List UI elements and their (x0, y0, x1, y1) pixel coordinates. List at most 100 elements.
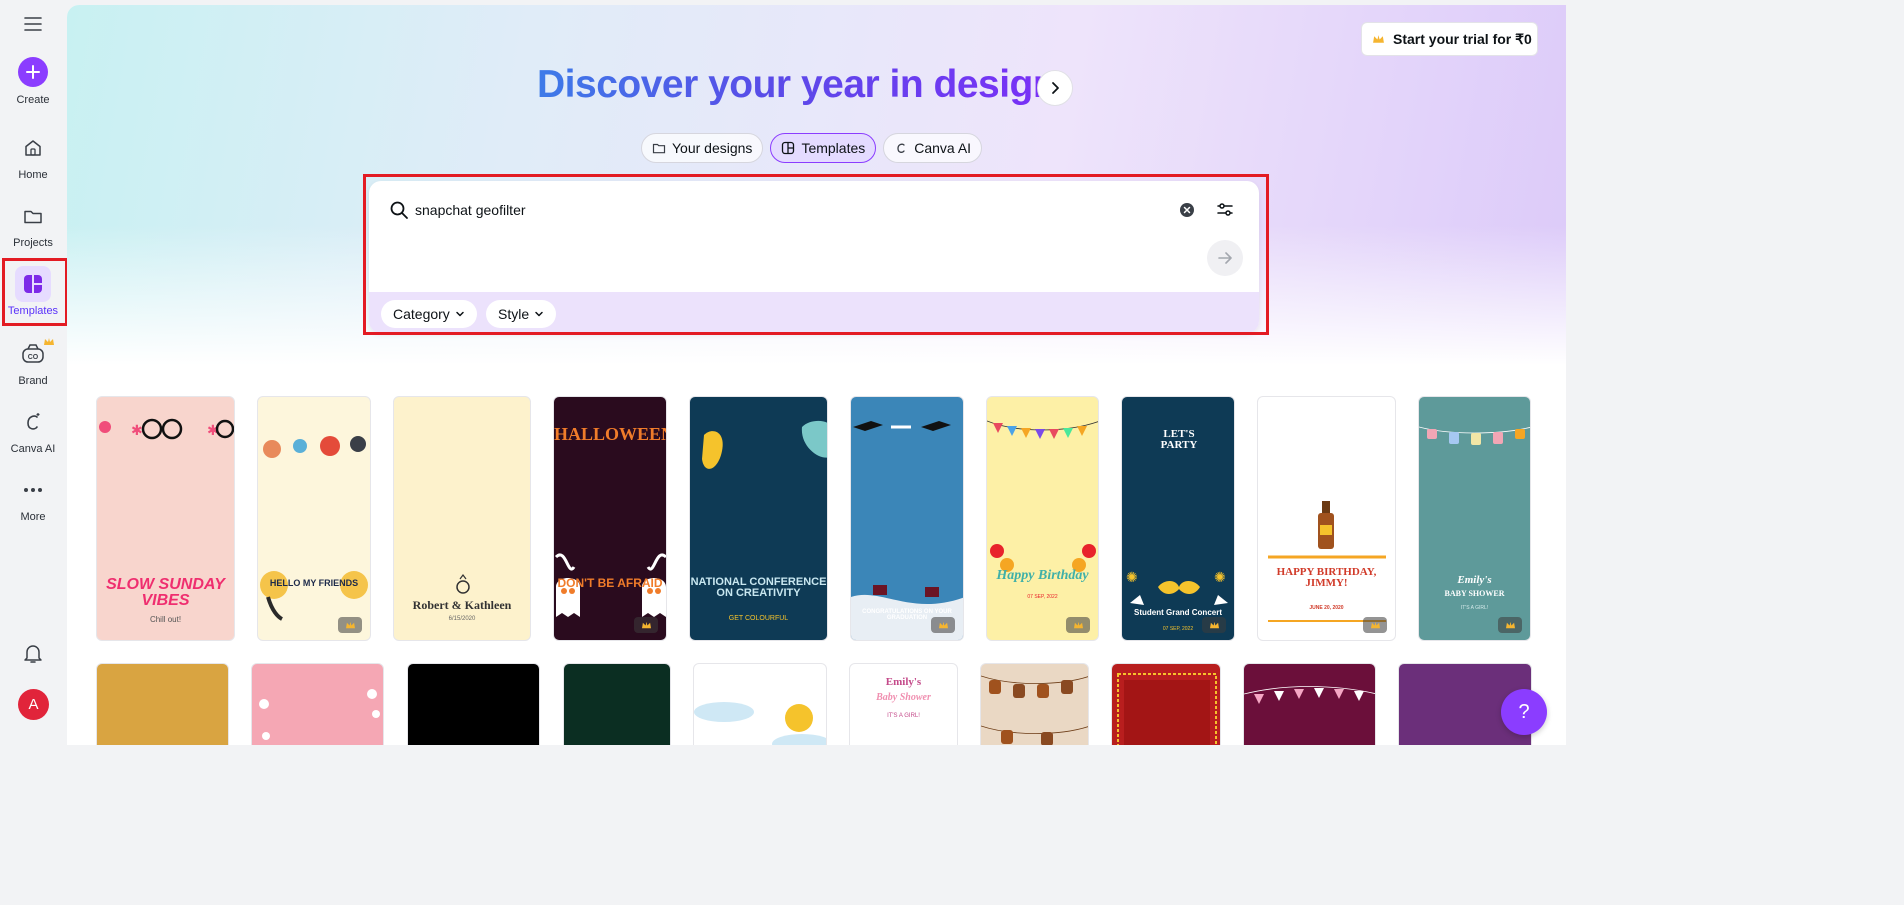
search-input[interactable]: snapchat geofilter (415, 202, 526, 218)
sidebar-item-canva-ai[interactable]: Canva AI (0, 404, 66, 455)
chevron-down-icon (535, 311, 543, 317)
tab-canva-ai[interactable]: Canva AI (883, 133, 983, 163)
main-area: Start your trial for ₹0 Discover your ye… (67, 5, 1566, 745)
folder-icon (652, 143, 666, 154)
hamburger-icon (24, 17, 42, 31)
clear-search-icon[interactable] (1179, 202, 1195, 223)
sidebar-item-brand[interactable]: CO Brand (0, 336, 66, 387)
canva-ai-icon (897, 143, 905, 153)
template-card[interactable] (693, 663, 827, 745)
arrow-right-icon (1218, 252, 1232, 264)
sidebar: Create Home Projects Templates CO Brand … (0, 0, 68, 745)
create-button[interactable]: Create (0, 54, 66, 106)
filter-bar: Category Style (369, 292, 1259, 333)
search-mode-tabs: Your designs Templates Canva AI (641, 133, 983, 163)
filter-sliders-icon[interactable] (1216, 201, 1234, 224)
create-label: Create (16, 94, 50, 106)
sunglasses-decoration-icon: ✱ ✱ (99, 418, 234, 440)
sidebar-item-label: Brand (18, 375, 48, 387)
sidebar-item-home[interactable]: Home (0, 130, 66, 181)
canva-ai-icon (15, 404, 51, 440)
template-card[interactable]: NATIONAL CONFERENCE ON CREATIVITY GET CO… (689, 396, 828, 641)
premium-crown-icon (634, 617, 658, 633)
premium-crown-icon (1363, 617, 1387, 633)
template-card[interactable] (1111, 663, 1221, 745)
help-button[interactable]: ? (1501, 689, 1547, 735)
svg-text:✺: ✺ (1214, 570, 1226, 586)
bunting-icon (1244, 686, 1375, 704)
template-card[interactable]: Robert & Kathleen 6/15/2020 (393, 396, 531, 641)
premium-crown-icon (43, 334, 55, 352)
baby-clothes-icon (1419, 426, 1530, 445)
graduation-cap-icon (851, 421, 963, 640)
template-subtitle: JUNE 20, 2020 (1309, 605, 1344, 611)
filter-label: Category (393, 306, 450, 322)
more-dots-icon (15, 472, 51, 508)
tab-your-designs[interactable]: Your designs (641, 133, 764, 163)
template-title: NATIONAL CONFERENCE ON CREATIVITY (690, 576, 827, 599)
template-note: IT'S A GIRL! (1460, 605, 1489, 611)
sidebar-item-templates[interactable]: Templates (0, 266, 66, 317)
template-card[interactable] (1243, 663, 1376, 745)
template-card[interactable]: HELLO MY FRIENDS (257, 396, 371, 641)
headline-next-button[interactable] (1037, 70, 1073, 106)
sidebar-item-label: Projects (13, 237, 53, 249)
premium-crown-icon (931, 617, 955, 633)
avatar[interactable]: A (18, 689, 49, 720)
template-card[interactable] (980, 663, 1089, 745)
chevron-right-icon (1052, 82, 1059, 94)
template-subtitle: Baby Shower (876, 692, 931, 703)
search-submit-button[interactable] (1207, 240, 1243, 276)
style-filter-dropdown[interactable]: Style (486, 300, 557, 328)
folder-icon (15, 198, 51, 234)
category-filter-dropdown[interactable]: Category (381, 300, 477, 328)
template-subtitle: GET COLOURFUL (728, 615, 789, 622)
start-trial-label: Start your trial for ₹0 (1393, 30, 1532, 47)
template-subtitle: BABY SHOWER (1444, 589, 1505, 598)
template-subtitle: Chill out! (149, 615, 182, 624)
template-card[interactable] (251, 663, 384, 745)
sun-clouds-icon (694, 702, 826, 745)
flowers-decoration-icon (259, 689, 380, 740)
template-note: IT'S A GIRL! (887, 713, 920, 719)
people-illustration-icon (260, 436, 368, 621)
template-card[interactable] (407, 663, 540, 745)
templates-icon (15, 266, 51, 302)
sidebar-item-projects[interactable]: Projects (0, 198, 66, 249)
template-card[interactable] (563, 663, 671, 745)
template-card[interactable] (96, 663, 229, 745)
home-icon (15, 130, 51, 166)
template-subtitle: DON'T BE AFRAID (557, 576, 663, 590)
premium-crown-icon (1202, 617, 1226, 633)
ornate-border-icon (1117, 673, 1217, 745)
template-title: Emily's (885, 676, 922, 688)
template-subtitle: 07 SEP, 2022 (1027, 594, 1058, 600)
search-box: snapchat geofilter Category Style (369, 181, 1259, 333)
template-card[interactable]: Happy Birthday 07 SEP, 2022 (986, 396, 1099, 641)
template-title: LET'S PARTY (1160, 428, 1198, 451)
start-trial-button[interactable]: Start your trial for ₹0 (1361, 22, 1538, 56)
template-card[interactable]: Emily's BABY SHOWER IT'S A GIRL! (1418, 396, 1531, 641)
template-title: Emily's (1457, 574, 1492, 586)
abstract-shapes-icon (702, 421, 827, 469)
template-card[interactable]: HAPPY BIRTHDAY, JIMMY! JUNE 20, 2020 (1257, 396, 1396, 641)
svg-text:✱: ✱ (131, 423, 143, 439)
menu-button[interactable] (21, 12, 45, 36)
page-title: Discover your year in design (537, 63, 1057, 106)
tab-templates[interactable]: Templates (770, 133, 877, 163)
template-card[interactable]: ✱ ✱ SLOW SUNDAY VIBES Chill out! (96, 396, 235, 641)
template-title: SLOW SUNDAY VIBES (106, 576, 225, 609)
template-card[interactable]: LET'S PARTY ✺ ✺ Student Grand Concert 07 … (1121, 396, 1235, 641)
search-icon (389, 200, 409, 225)
template-card[interactable]: HALLOWEEN DON'T BE AFRAID (553, 396, 667, 641)
template-card[interactable]: CONGRATULATIONS ON YOUR GRADUATION (850, 396, 964, 641)
premium-crown-icon (1066, 617, 1090, 633)
sidebar-item-label: Canva AI (10, 443, 56, 455)
sidebar-item-more[interactable]: More (0, 472, 66, 523)
template-title: HAPPY BIRTHDAY, JIMMY! (1276, 566, 1377, 589)
template-title: Happy Birthday (996, 568, 1089, 583)
sidebar-item-label: More (20, 511, 46, 523)
bell-icon[interactable] (21, 641, 45, 670)
plus-icon (18, 57, 48, 87)
template-card[interactable]: Emily's Baby Shower IT'S A GIRL! (849, 663, 958, 745)
